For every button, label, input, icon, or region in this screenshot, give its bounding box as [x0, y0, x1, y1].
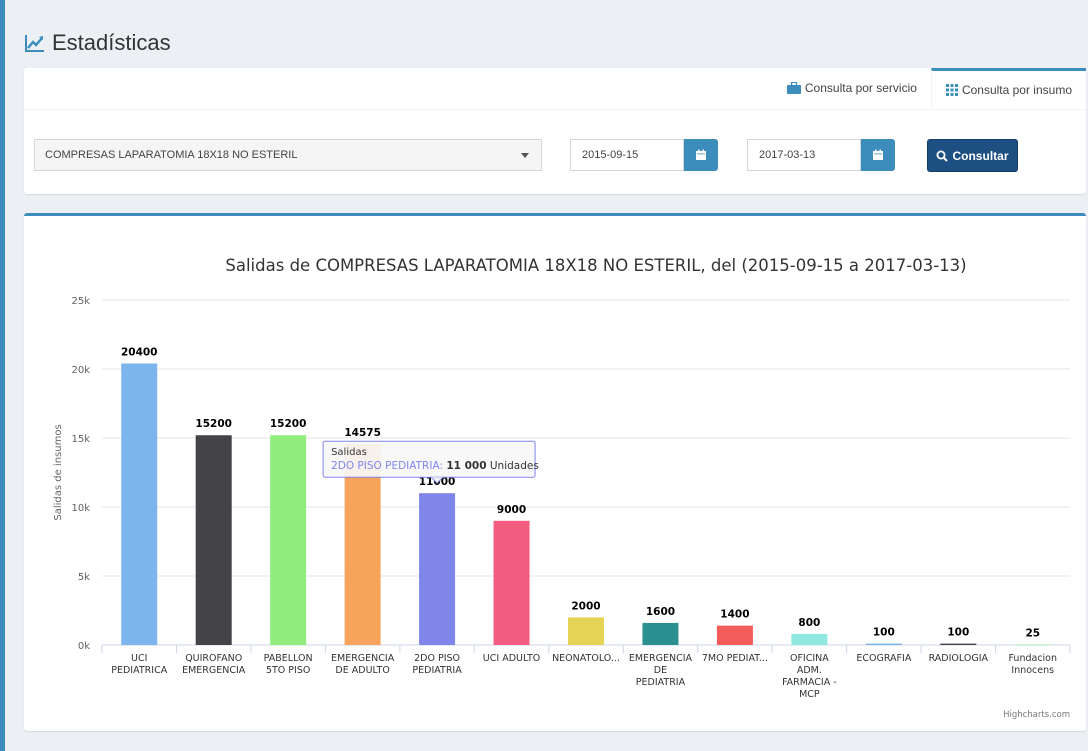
x-tick-label: 7MO PEDIAT... [702, 653, 768, 664]
y-tick-label: 15k [71, 434, 90, 445]
data-label: 9000 [497, 504, 526, 516]
date-to-input[interactable]: 2017-03-13 [747, 139, 861, 171]
bar[interactable] [270, 435, 307, 645]
data-label: 100 [947, 627, 969, 639]
left-edge-bar [0, 0, 5, 751]
x-tick-label: NEONATOLO... [552, 653, 620, 664]
tab-consulta-insumo-label: Consulta por insumo [961, 82, 1072, 97]
bar[interactable] [716, 625, 753, 645]
x-tick-label: 2DO PISO [414, 653, 460, 664]
data-label: 1400 [720, 609, 749, 621]
x-tick-label: OFICINA [790, 653, 829, 664]
y-tick-label: 25k [71, 296, 90, 307]
tooltip-line: 2DO PISO PEDIATRIA: 11 000 Unidades [331, 460, 539, 472]
calendar-icon [873, 149, 883, 160]
tab-consulta-servicio-label: Consulta por servicio [804, 81, 917, 95]
chart-title: Salidas de COMPRESAS LAPARATOMIA 18X18 N… [225, 256, 966, 275]
x-tick-label: EMERGENCIA [331, 653, 395, 664]
date-from-input[interactable]: 2015-09-15 [570, 139, 684, 171]
x-tick-label: ECOGRAFIA [856, 653, 911, 664]
y-axis-label: Salidas de insumos [53, 424, 64, 520]
x-tick-label: UCI ADULTO [483, 653, 540, 664]
x-tick-label: PABELLON [264, 653, 313, 664]
chart-box: Salidas de COMPRESAS LAPARATOMIA 18X18 N… [24, 213, 1086, 731]
x-tick-label: FARMACIA - [782, 677, 837, 688]
bar[interactable] [195, 435, 232, 645]
bar[interactable] [865, 643, 902, 645]
tooltip-unit: Unidades [487, 460, 539, 472]
bar[interactable] [1014, 644, 1051, 646]
x-tick-label: ADM. [797, 665, 822, 676]
x-tick-label: Fundacion [1008, 653, 1057, 664]
data-label: 15200 [195, 418, 232, 430]
date-from-value: 2015-09-15 [582, 149, 639, 161]
consultar-button[interactable]: Consultar [927, 139, 1018, 172]
bar-chart: Salidas de COMPRESAS LAPARATOMIA 18X18 N… [53, 256, 1071, 720]
data-label: 14575 [344, 427, 381, 439]
data-label: 800 [798, 617, 820, 629]
x-tick-label: 5TO PISO [266, 665, 310, 676]
x-tick-label: EMERGENCIA [182, 665, 246, 676]
x-tick-label: DE ADULTO [335, 665, 389, 676]
date-to-value: 2017-03-13 [759, 149, 816, 161]
query-box: Consulta por servicio Consulta por insum… [24, 68, 1086, 194]
x-tick-label: MCP [799, 689, 820, 700]
bar[interactable] [493, 520, 530, 645]
tab-bar: Consulta por servicio Consulta por insum… [24, 68, 1086, 110]
y-tick-label: 5k [78, 572, 90, 583]
date-to-calendar-button[interactable] [861, 139, 895, 171]
caret-down-icon [521, 153, 529, 158]
page-header: Estadísticas [24, 28, 171, 58]
grid-icon [945, 83, 958, 96]
bar[interactable] [791, 633, 828, 645]
bar[interactable] [940, 643, 977, 645]
y-tick-label: 20k [71, 365, 90, 376]
data-label: 1600 [646, 606, 675, 618]
tab-consulta-servicio[interactable]: Consulta por servicio [773, 68, 931, 108]
data-label: 2000 [571, 600, 600, 612]
data-label: 15200 [270, 418, 307, 430]
consultar-label: Consultar [952, 148, 1009, 163]
data-label: 20400 [121, 346, 158, 358]
data-label: 100 [873, 627, 895, 639]
y-tick-label: 10k [71, 503, 90, 514]
page-title: Estadísticas [52, 30, 171, 55]
query-form: COMPRESAS LAPARATOMIA 18X18 NO ESTERIL 2… [34, 139, 1074, 173]
briefcase-icon [786, 82, 801, 94]
x-tick-label: QUIROFANO [185, 653, 242, 664]
calendar-icon [696, 149, 706, 160]
data-label: 25 [1025, 628, 1040, 640]
highcharts-credit[interactable]: Highcharts.com [1003, 710, 1070, 720]
tooltip-value: 11 000 [446, 460, 486, 472]
x-tick-label: Innocens [1011, 665, 1054, 676]
bar[interactable] [419, 493, 456, 645]
line-chart-icon [25, 35, 44, 52]
y-tick-label: 0k [78, 641, 90, 652]
bar[interactable] [568, 617, 604, 645]
x-tick-label: PEDIATRIA [636, 677, 686, 688]
search-icon [936, 150, 949, 162]
date-from-calendar-button[interactable] [684, 139, 718, 171]
tooltip-category: 2DO PISO PEDIATRIA: [331, 460, 446, 472]
tooltip-series: Salidas [331, 447, 367, 458]
x-tick-label: UCI [131, 653, 147, 664]
insumo-select-value: COMPRESAS LAPARATOMIA 18X18 NO ESTERIL [45, 149, 298, 161]
bar[interactable] [642, 622, 679, 645]
x-tick-label: DE [654, 665, 667, 676]
x-tick-label: PEDIATRICA [111, 665, 167, 676]
insumo-select[interactable]: COMPRESAS LAPARATOMIA 18X18 NO ESTERIL [34, 139, 542, 171]
bar[interactable] [121, 363, 158, 645]
x-tick-label: RADIOLOGIA [929, 653, 989, 664]
x-tick-label: EMERGENCIA [629, 653, 693, 664]
x-tick-label: PEDIATRIA [412, 665, 462, 676]
tab-consulta-insumo[interactable]: Consulta por insumo [930, 68, 1086, 108]
